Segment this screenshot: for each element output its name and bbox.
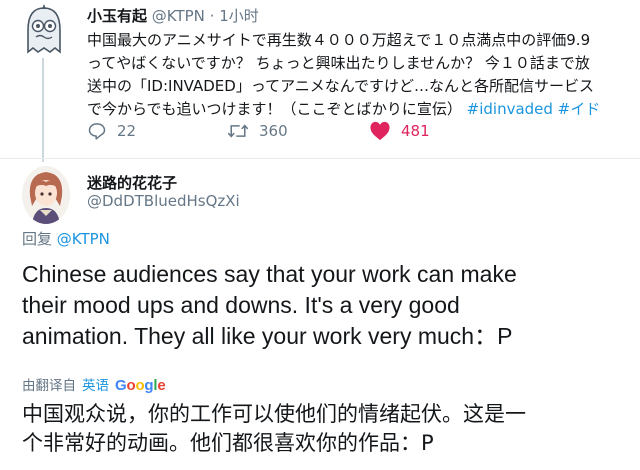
thread-line [42, 58, 44, 162]
retweet-count: 360 [259, 122, 288, 140]
tweet: 小玉有起 @KTPN · 1小时 中国最大のアニメサイトで再生数４０００万超えで… [0, 0, 640, 162]
tweet-actions: 22 360 481 [87, 121, 607, 145]
source-language-link[interactable]: 英语 [82, 374, 109, 394]
translated-text: 中国观众说，你的工作可以使他们的情绪起伏。这是一 个非常好的动画。他们都很喜欢你… [22, 400, 632, 458]
replying-prefix: 回复 [22, 230, 53, 248]
avatar[interactable] [22, 166, 70, 224]
reply-text-line: animation. They all like your work very … [22, 323, 513, 349]
heart-icon [370, 121, 390, 141]
google-logo: Google [115, 377, 166, 394]
reply-text: Chinese audiences say that your work can… [22, 259, 622, 352]
handle[interactable]: @DdDTBluedHsQzXi [87, 192, 240, 210]
ghost-avatar-icon [27, 4, 61, 54]
retweet-button[interactable]: 360 [227, 121, 288, 141]
reply-button[interactable]: 22 [87, 121, 136, 141]
display-name[interactable]: 迷路的花花子 [87, 172, 177, 193]
reply-icon [88, 123, 106, 140]
handle[interactable]: @KTPN [152, 7, 205, 25]
like-count: 481 [401, 122, 430, 140]
hashtag-link[interactable]: #idinvaded #イド [467, 100, 601, 118]
display-name[interactable]: 小玉有起 [87, 7, 147, 25]
reply-tweet: 迷路的花花子 @DdDTBluedHsQzXi 回复 @KTPN Chinese… [0, 159, 640, 470]
translated-by-label: 由翻译自 [22, 378, 76, 394]
retweet-icon [227, 124, 249, 138]
like-button[interactable]: 481 [369, 121, 430, 141]
tweet-text-segment: で今からでも追いつけます！（ここぞとばかりに宣伝） [87, 100, 462, 118]
tweet-text-line: ってやばくないですか？ ちょっと興味出たりしませんか？ 今１０話まで放 [87, 54, 590, 72]
anime-avatar-icon [22, 166, 70, 224]
tweet-header: 小玉有起 @KTPN · 1小时 [87, 5, 259, 26]
tweet-text-line: 中国最大のアニメサイトで再生数４０００万超えで１０点満点中の評価9.9 [87, 31, 591, 49]
translation-attribution: 由翻译自 英语 Google [22, 374, 166, 394]
tweet-text-line: 送中の「ID:INVADED」ってアニメなんですけど…なんと各所配信サービス [87, 77, 595, 95]
tweet-text-line: で今からでも追いつけます！（ここぞとばかりに宣伝） #idinvaded #イド [87, 98, 635, 121]
timestamp[interactable]: 1小时 [219, 7, 259, 25]
translated-text-line: 个非常好的动画。他们都很喜欢你的作品：P [22, 431, 434, 455]
reply-count: 22 [117, 122, 137, 140]
reply-text-line: their mood ups and downs. It's a very go… [22, 292, 460, 318]
tweet-text: 中国最大のアニメサイトで再生数４０００万超えで１０点満点中の評価9.9 ってやば… [87, 29, 635, 121]
reply-text-line: Chinese audiences say that your work can… [22, 261, 517, 287]
separator-dot: · [209, 7, 215, 25]
mention-link[interactable]: @KTPN [57, 230, 110, 248]
translated-text-line: 中国观众说，你的工作可以使他们的情绪起伏。这是一 [22, 402, 526, 426]
replying-to: 回复 @KTPN [22, 228, 110, 249]
avatar[interactable] [22, 4, 66, 56]
